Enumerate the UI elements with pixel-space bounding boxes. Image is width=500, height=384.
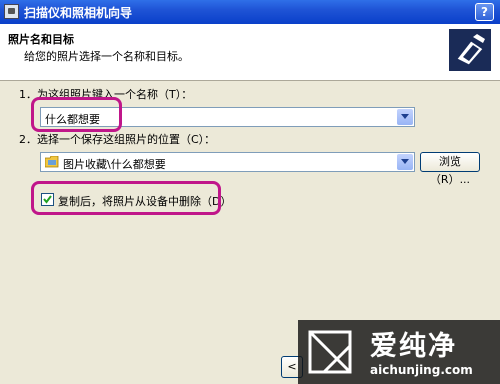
aichunjing-logo-icon (308, 330, 352, 374)
watermark: 爱纯净 aichunjing.com (298, 320, 500, 384)
save-location-value: 图片收藏\什么都想要 (63, 158, 166, 171)
folder-icon (45, 156, 59, 168)
wizard-header: 照片名和目标 给您的照片选择一个名称和目标。 (0, 24, 500, 81)
option-highlight (31, 181, 221, 215)
watermark-url: aichunjing.com (370, 363, 473, 377)
save-location-combobox[interactable]: 图片收藏\什么都想要 (40, 152, 415, 172)
chevron-down-icon[interactable] (397, 109, 413, 125)
scanner-app-icon (4, 4, 19, 19)
chevron-down-icon[interactable] (397, 154, 413, 170)
help-button[interactable]: ? (475, 3, 494, 21)
page-subtitle: 给您的照片选择一个名称和目标。 (24, 50, 189, 63)
scanner-camera-icon (449, 29, 491, 71)
browse-button[interactable]: 浏览（R）... (420, 152, 480, 186)
title-bar: 扫描仪和照相机向导 ? (0, 0, 500, 24)
watermark-title: 爱纯净 (370, 331, 457, 362)
window-title: 扫描仪和照相机向导 (24, 6, 133, 20)
location-field-label: 2．选择一个保存这组照片的位置（C）： (19, 133, 216, 146)
page-title: 照片名和目标 (8, 33, 74, 46)
name-highlight (31, 97, 122, 132)
